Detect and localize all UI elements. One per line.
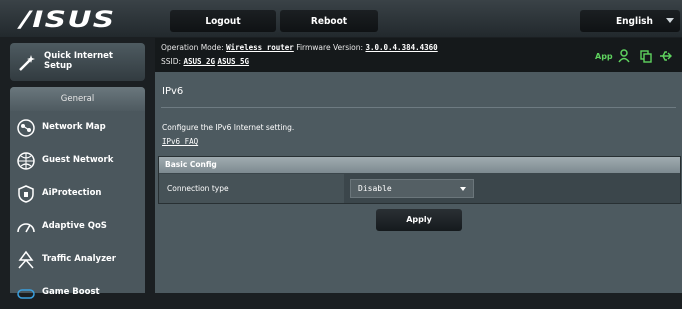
title-divider [161, 107, 676, 108]
apply-button[interactable]: Apply [376, 209, 462, 231]
connection-type-row: Connection type Disable [159, 174, 680, 203]
connection-type-select[interactable]: Disable [350, 179, 474, 198]
sidebar-item-adaptive-qos[interactable]: Adaptive QoS [10, 210, 145, 243]
connection-type-label: Connection type [159, 174, 344, 203]
language-select[interactable]: English [580, 10, 680, 32]
general-menu: General Network Map Guest Network AiProt… [10, 87, 145, 299]
page-description: Configure the IPv6 Internet setting. [162, 123, 295, 132]
sidebar-item-label: Game Boost [42, 287, 100, 297]
guest-network-icon [17, 152, 35, 170]
status-info-bar: Operation Mode: Wireless router Firmware… [155, 38, 682, 72]
page-title: IPv6 [162, 86, 184, 97]
app-link[interactable]: App [595, 52, 613, 61]
firmware-label: Firmware Version: [296, 43, 364, 52]
reboot-button[interactable]: Reboot [280, 10, 378, 32]
sidebar-item-traffic-analyzer[interactable]: Traffic Analyzer [10, 243, 145, 276]
chevron-down-icon [666, 18, 674, 23]
sidebar-item-aiprotection[interactable]: AiProtection [10, 177, 145, 210]
op-mode-link[interactable]: Wireless router [226, 43, 294, 52]
basic-config-table: Basic Config Connection type Disable [158, 156, 681, 204]
sidebar-item-label: Network Map [42, 122, 106, 132]
qis-label: Quick Internet Setup [44, 51, 113, 71]
top-bar: /ISUS Logout Reboot English [0, 0, 682, 37]
info-line-ssid: SSID: ASUS_2G ASUS_5G [161, 57, 249, 66]
firmware-link[interactable]: 3.0.0.4.384.4360 [365, 43, 437, 52]
ssid-2g-link[interactable]: ASUS_2G [183, 57, 215, 66]
sidebar: Quick Internet Setup General Network Map… [0, 37, 155, 299]
basic-config-heading: Basic Config [159, 157, 680, 173]
main-panel: IPv6 Configure the IPv6 Internet setting… [155, 72, 682, 293]
connection-type-value: Disable [358, 184, 392, 193]
user-icon[interactable] [617, 49, 631, 63]
copy-icon[interactable] [639, 49, 653, 63]
op-mode-label: Operation Mode: [161, 43, 224, 52]
sidebar-item-label: Adaptive QoS [42, 221, 107, 231]
language-label: English [616, 15, 653, 27]
logout-button[interactable]: Logout [170, 10, 276, 32]
magic-wand-icon [19, 55, 35, 71]
chevron-down-icon [460, 187, 466, 191]
sidebar-item-guest-network[interactable]: Guest Network [10, 144, 145, 177]
network-map-icon [17, 119, 35, 137]
game-boost-icon [17, 289, 35, 299]
shield-icon [18, 185, 34, 203]
sidebar-item-network-map[interactable]: Network Map [10, 111, 145, 144]
sidebar-item-label: Guest Network [42, 155, 114, 165]
speedometer-icon [17, 223, 35, 233]
sidebar-item-label: AiProtection [42, 188, 102, 198]
quick-internet-setup-button[interactable]: Quick Internet Setup [10, 43, 145, 81]
general-heading: General [10, 87, 145, 111]
ipv6-faq-link[interactable]: IPv6 FAQ [162, 137, 198, 146]
ssid-label: SSID: [161, 57, 182, 66]
usb-icon[interactable] [659, 49, 673, 63]
info-line-mode: Operation Mode: Wireless router Firmware… [161, 43, 438, 52]
asus-logo[interactable]: /ISUS [20, 8, 116, 33]
ssid-5g-link[interactable]: ASUS_5G [217, 57, 249, 66]
sidebar-item-label: Traffic Analyzer [42, 254, 116, 264]
traffic-analyzer-icon [18, 250, 34, 269]
